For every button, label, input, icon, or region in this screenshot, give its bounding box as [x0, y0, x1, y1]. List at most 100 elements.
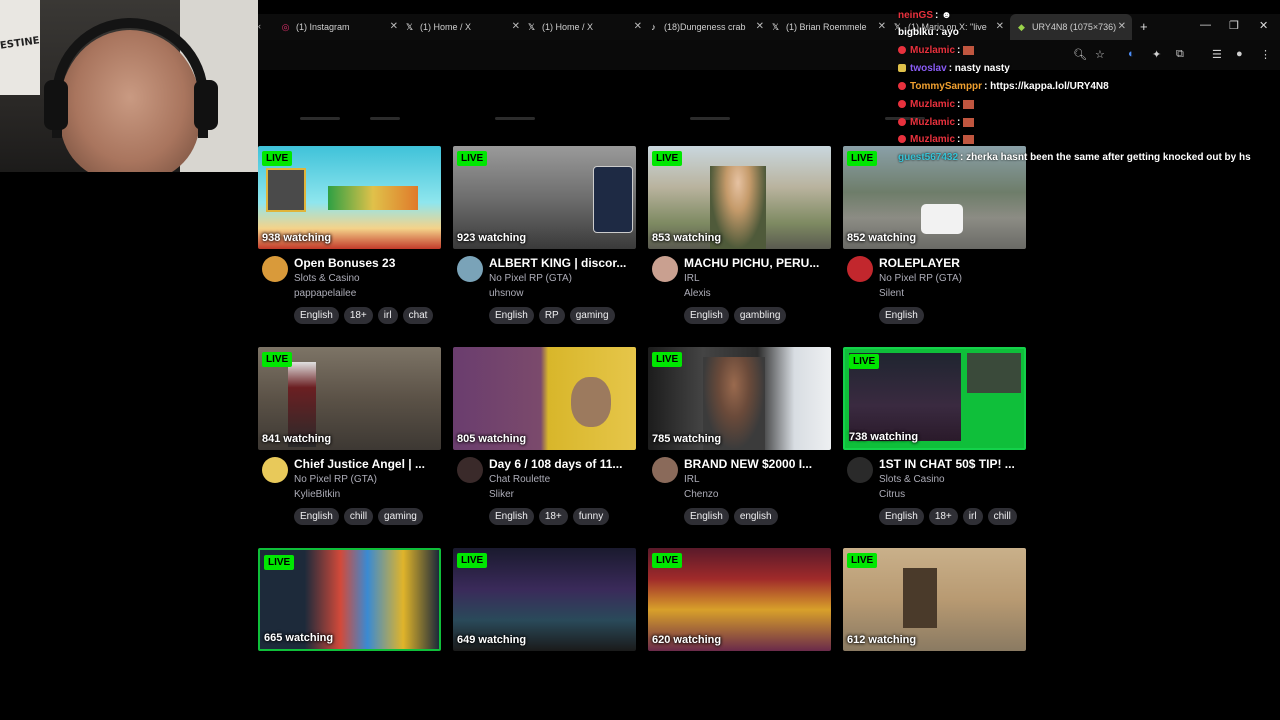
stream-title[interactable]: ROLEPLAYER [879, 256, 1027, 270]
restore-icon[interactable]: ❐ [1229, 19, 1239, 32]
stream-thumbnail[interactable]: LIVE 805 watching [453, 347, 636, 450]
reading-list-icon[interactable]: ☰ [1212, 48, 1222, 61]
avatar[interactable] [847, 457, 873, 483]
tag-list: English [879, 307, 924, 324]
extension-icon[interactable]: ◐ [1128, 48, 1135, 60]
stream-title[interactable]: ALBERT KING | discor... [489, 256, 637, 270]
stream-thumbnail[interactable]: LIVE 738 watching [843, 347, 1026, 450]
streamer-name[interactable]: Sliker [489, 489, 514, 500]
tab-x-home-2[interactable]: 𝕏 (1) Home / X ✕ [526, 14, 648, 40]
stream-thumbnail[interactable]: LIVE 665 watching [258, 548, 441, 651]
avatar[interactable] [652, 256, 678, 282]
stream-category[interactable]: No Pixel RP (GTA) [489, 273, 572, 284]
menu-icon[interactable]: ⋮ [1260, 48, 1271, 61]
chat-message: Muzlamic: [898, 117, 975, 128]
tag[interactable]: gaming [378, 508, 423, 525]
tag[interactable]: 18+ [343, 307, 373, 324]
tag-list: English 18+ irl chill [879, 508, 1017, 525]
tag[interactable]: english [733, 508, 778, 525]
tag[interactable]: English [684, 307, 729, 324]
headset-right-cup [194, 80, 218, 130]
avatar[interactable] [262, 457, 288, 483]
stream-category[interactable]: Slots & Casino [879, 474, 945, 485]
tag[interactable]: irl [377, 307, 398, 324]
tag[interactable]: English [879, 508, 924, 525]
tag[interactable]: English [489, 508, 534, 525]
close-icon[interactable]: ✕ [1118, 21, 1126, 32]
streamer-name[interactable]: uhsnow [489, 288, 523, 299]
close-icon[interactable]: ✕ [512, 21, 520, 32]
stream-title[interactable]: Chief Justice Angel | ... [294, 457, 442, 471]
streamer-name[interactable]: Silent [879, 288, 904, 299]
chat-username: neinGS [898, 10, 934, 21]
streamer-name[interactable]: Chenzo [684, 489, 718, 500]
avatar[interactable] [457, 256, 483, 282]
tag[interactable]: chill [343, 508, 374, 525]
tab-image-active[interactable]: ◆ URY4N8 (1075×736) ✕ [1010, 14, 1132, 40]
close-icon[interactable]: ✕ [996, 21, 1004, 32]
tag[interactable]: chat [402, 307, 434, 324]
avatar[interactable] [652, 457, 678, 483]
tag[interactable]: gaming [569, 307, 615, 324]
tag[interactable]: 18+ [538, 508, 568, 525]
stream-thumbnail[interactable]: LIVE 612 watching [843, 548, 1026, 651]
tab-tiktok[interactable]: ♪ (18)Dungeness crab ✕ [648, 14, 770, 40]
minimize-icon[interactable]: — [1200, 19, 1211, 31]
tag[interactable]: English [489, 307, 534, 324]
close-icon[interactable]: ✕ [390, 21, 398, 32]
stream-thumbnail[interactable]: LIVE 923 watching [453, 146, 636, 249]
stream-category[interactable]: Slots & Casino [294, 273, 360, 284]
puzzle-icon[interactable]: ⧉ [1176, 48, 1184, 61]
streamer-name[interactable]: Citrus [879, 489, 905, 500]
stream-thumbnail[interactable]: LIVE 649 watching [453, 548, 636, 651]
window-close-icon[interactable]: ✕ [1259, 19, 1268, 32]
close-icon[interactable]: ✕ [634, 21, 642, 32]
tag[interactable]: gambling [733, 307, 787, 324]
tag[interactable]: English [294, 508, 339, 525]
tag[interactable]: English [684, 508, 729, 525]
tag[interactable]: irl [962, 508, 983, 525]
extension-icon[interactable]: ✦ [1152, 48, 1161, 61]
streamer-name[interactable]: pappapelailee [294, 288, 356, 299]
tag[interactable]: English [294, 307, 339, 324]
new-tab-icon[interactable]: + [1140, 19, 1148, 34]
sub-badge-icon [898, 135, 906, 144]
tag[interactable]: funny [572, 508, 610, 525]
tab-scroll-left-icon[interactable]: ‹ [258, 21, 261, 31]
stream-thumbnail[interactable]: LIVE 853 watching [648, 146, 831, 249]
profile-avatar-icon[interactable]: ● [1236, 48, 1243, 60]
tag[interactable]: English [879, 307, 924, 324]
avatar[interactable] [262, 256, 288, 282]
stream-thumbnail[interactable]: LIVE 841 watching [258, 347, 441, 450]
row-stub [370, 117, 400, 120]
stream-thumbnail[interactable]: LIVE 620 watching [648, 548, 831, 651]
tag[interactable]: RP [538, 307, 565, 324]
zoom-icon[interactable]: 🔍︎ [1073, 48, 1087, 61]
stream-category[interactable]: IRL [684, 273, 700, 284]
chat-link[interactable]: https://kappa.lol/URY4N8 [990, 81, 1109, 92]
stream-category[interactable]: No Pixel RP (GTA) [879, 273, 962, 284]
tab-x-home-1[interactable]: 𝕏 (1) Home / X ✕ [404, 14, 526, 40]
stream-title[interactable]: 1ST IN CHAT 50$ TIP! ... [879, 457, 1027, 471]
close-icon[interactable]: ✕ [878, 21, 886, 32]
avatar[interactable] [457, 457, 483, 483]
stream-category[interactable]: No Pixel RP (GTA) [294, 474, 377, 485]
bookmark-star-icon[interactable]: ☆ [1095, 48, 1105, 61]
tag[interactable]: 18+ [928, 508, 958, 525]
stream-thumbnail[interactable]: LIVE 938 watching [258, 146, 441, 249]
avatar[interactable] [847, 256, 873, 282]
stream-title[interactable]: Open Bonuses 23 [294, 256, 442, 270]
tag[interactable]: chill [987, 508, 1017, 525]
streamer-name[interactable]: KylieBitkin [294, 489, 340, 500]
sub-badge-icon [898, 82, 906, 91]
stream-thumbnail[interactable]: LIVE 785 watching [648, 347, 831, 450]
stream-category[interactable]: Chat Roulette [489, 474, 550, 485]
stream-title[interactable]: MACHU PICHU, PERU... [684, 256, 832, 270]
stream-title[interactable]: BRAND NEW $2000 I... [684, 457, 832, 471]
close-icon[interactable]: ✕ [756, 21, 764, 32]
stream-title[interactable]: Day 6 / 108 days of 11... [489, 457, 637, 471]
tab-x-brian[interactable]: 𝕏 (1) Brian Roemmele ✕ [770, 14, 892, 40]
streamer-name[interactable]: Alexis [684, 288, 711, 299]
tab-instagram[interactable]: ◎ (1) Instagram ✕ [280, 14, 404, 40]
stream-category[interactable]: IRL [684, 474, 700, 485]
